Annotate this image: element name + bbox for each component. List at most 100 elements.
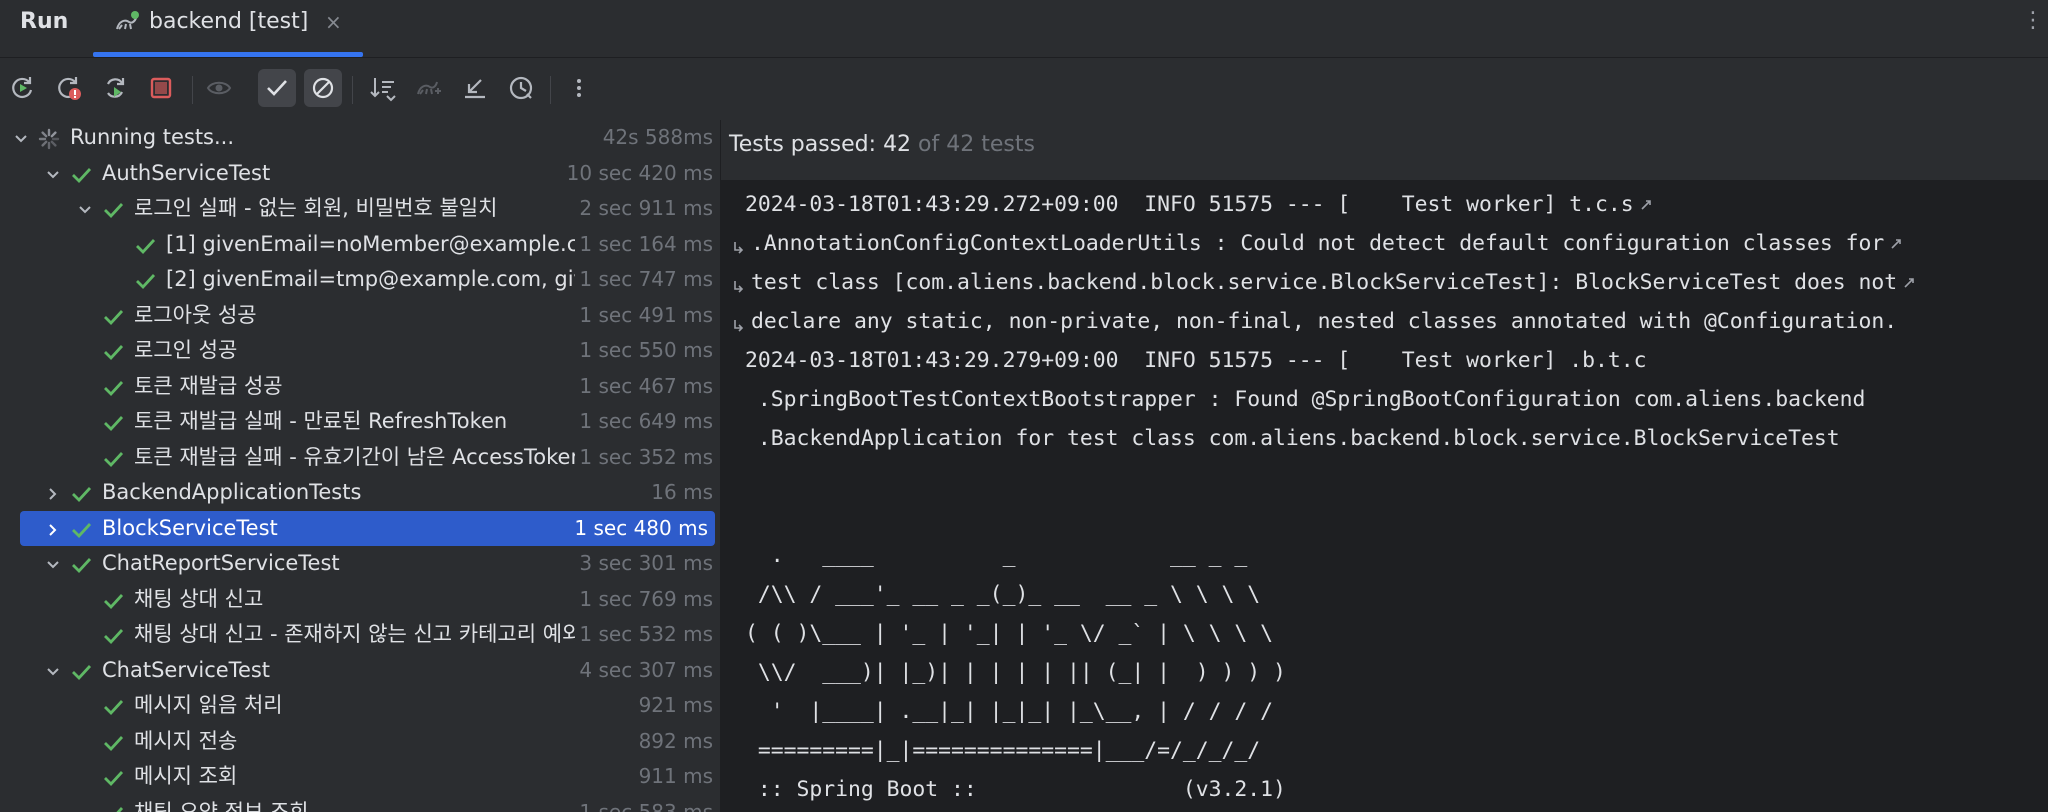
test-duration: 1 sec 467 ms (575, 369, 713, 404)
check-icon (134, 268, 156, 290)
rerun-failed-icon[interactable] (50, 69, 88, 107)
tree-row[interactable]: 토큰 재발급 성공 1 sec 467 ms (0, 369, 720, 404)
tree-row[interactable]: 채팅 상대 신고 - 존재하지 않는 신고 카테고리 예외 1 sec 532 m… (0, 617, 720, 652)
soft-wrap-end-icon (1638, 197, 1654, 213)
check-icon (102, 623, 124, 645)
tree-row[interactable]: Running tests... 42s 588ms (0, 120, 720, 155)
soft-wrap-end-icon (1888, 236, 1904, 252)
console-line: declare any static, non-private, non-fin… (751, 309, 1898, 334)
more-options-icon[interactable]: ⋮ (2022, 8, 2044, 33)
test-duration: 1 sec 164 ms (575, 227, 713, 262)
tree-row[interactable]: 채팅 요약 정보 조회 1 sec 583 ms (0, 795, 720, 812)
run-window-title: Run (20, 9, 69, 34)
check-icon (70, 659, 92, 681)
history-icon[interactable] (502, 69, 540, 107)
test-duration: 1 sec 747 ms (575, 262, 713, 297)
show-passed-icon[interactable] (258, 69, 296, 107)
check-icon (102, 197, 124, 219)
check-icon (102, 375, 124, 397)
check-icon (102, 339, 124, 361)
tests-total: of 42 tests (911, 132, 1035, 157)
toolbar-separator (352, 76, 353, 104)
tree-row[interactable]: 토큰 재발급 실패 - 유효기간이 남은 AccessToken 1 sec 35… (0, 440, 720, 475)
tree-row[interactable]: [1] givenEmail=noMember@example.com 1 sec… (0, 227, 720, 262)
console-line: .AnnotationConfigContextLoaderUtils : Co… (751, 231, 1885, 256)
tests-passed-summary: Tests passed: 42 of 42 tests (729, 132, 1035, 157)
test-duration: 911 ms (634, 759, 713, 794)
test-duration: 42s 588ms (598, 120, 713, 155)
console-line: test class [com.aliens.backend.block.ser… (751, 270, 1898, 295)
check-icon (134, 233, 156, 255)
chevron-down-icon[interactable] (42, 546, 64, 581)
chevron-right-icon[interactable] (42, 475, 64, 510)
tree-row[interactable]: 메시지 전송 892 ms (0, 724, 720, 759)
chevron-down-icon[interactable] (10, 120, 32, 155)
tree-row[interactable]: 로그아웃 성공 1 sec 491 ms (0, 298, 720, 333)
tree-row[interactable]: 로그인 실패 - 없는 회원, 비밀번호 불일치 2 sec 911 ms (0, 191, 720, 226)
tree-row[interactable]: ChatReportServiceTest 3 sec 301 ms (0, 546, 720, 581)
tree-row[interactable]: 로그인 성공 1 sec 550 ms (0, 333, 720, 368)
tests-passed-count: 42 (883, 132, 912, 157)
show-hidden-icon[interactable] (200, 69, 238, 107)
tab-backend-test[interactable]: backend [test] × (93, 0, 363, 57)
sort-icon[interactable] (364, 69, 402, 107)
console-line: \\/ ___)| |_)| | | | | || (_| | ) ) ) ) (745, 660, 1286, 685)
tab-label: backend [test] (149, 9, 309, 34)
test-duration: 4 sec 307 ms (575, 653, 713, 688)
check-icon (102, 588, 124, 610)
soft-wrap-start-icon (731, 316, 747, 332)
rerun-icon[interactable] (4, 69, 42, 107)
tool-window-header: Run backend [test] × ⋮ (0, 0, 2048, 58)
test-duration: 1 sec 532 ms (575, 617, 713, 652)
console-line: .SpringBootTestContextBootstrapper : Fou… (745, 387, 1866, 412)
show-ignored-icon[interactable] (304, 69, 342, 107)
check-icon (102, 410, 124, 432)
more-options-icon[interactable] (560, 69, 598, 107)
check-icon (102, 694, 124, 716)
chevron-down-icon[interactable] (74, 191, 96, 226)
check-icon (102, 765, 124, 787)
test-duration: 1 sec 550 ms (575, 333, 713, 368)
toggle-auto-test-icon[interactable] (96, 69, 134, 107)
test-name: BackendApplicationTests (102, 480, 362, 504)
test-duration: 1 sec 352 ms (575, 440, 713, 475)
import-tests-icon[interactable] (410, 69, 448, 107)
check-icon (70, 162, 92, 184)
tree-row[interactable]: AuthServiceTest 10 sec 420 ms (0, 156, 720, 191)
tree-row[interactable]: 토큰 재발급 실패 - 만료된 RefreshToken 1 sec 649 ms (0, 404, 720, 439)
console-line: 2024-03-18T01:43:29.279+09:00 INFO 51575… (745, 348, 1647, 373)
check-icon (102, 446, 124, 468)
test-duration: 1 sec 480 ms (570, 511, 708, 546)
test-name: 메시지 전송 (134, 729, 238, 753)
console-line: ' |____| .__|_| |_|_| |_\__, | / / / / (745, 699, 1274, 724)
close-tab-icon[interactable]: × (325, 10, 342, 34)
test-status-bar: Tests passed: 42 of 42 tests (721, 120, 2048, 181)
tests-passed-label: Tests passed: (729, 132, 884, 157)
console-line: .BackendApplication for test class com.a… (745, 426, 1840, 451)
spinner-icon (38, 126, 60, 150)
test-toolbar (0, 58, 2048, 120)
chevron-right-icon[interactable] (42, 511, 64, 546)
tree-row[interactable]: 메시지 읽음 처리 921 ms (0, 688, 720, 723)
tree-row[interactable]: BackendApplicationTests 16 ms (0, 475, 720, 510)
test-duration: 16 ms (647, 475, 713, 510)
soft-wrap-start-icon (731, 238, 747, 254)
test-duration: 892 ms (634, 724, 713, 759)
chevron-down-icon[interactable] (42, 156, 64, 191)
chevron-down-icon[interactable] (42, 653, 64, 688)
tree-row[interactable]: 메시지 조회 911 ms (0, 759, 720, 794)
tree-row[interactable]: 채팅 상대 신고 1 sec 769 ms (0, 582, 720, 617)
active-tab-indicator (93, 52, 363, 57)
toolbar-separator (192, 76, 193, 104)
tree-row[interactable]: [2] givenEmail=tmp@example.com, givenPas… (0, 262, 720, 297)
tree-row[interactable]: BlockServiceTest 1 sec 480 ms (20, 511, 715, 546)
test-name: 메시지 조회 (134, 764, 238, 788)
tree-row[interactable]: ChatServiceTest 4 sec 307 ms (0, 653, 720, 688)
test-duration: 2 sec 911 ms (575, 191, 713, 226)
collapse-icon[interactable] (456, 69, 494, 107)
stop-icon[interactable] (142, 69, 180, 107)
console-output[interactable]: 2024-03-18T01:43:29.272+09:00 INFO 51575… (721, 181, 2048, 812)
check-icon (102, 801, 124, 812)
check-icon (70, 552, 92, 574)
test-duration: 921 ms (634, 688, 713, 723)
